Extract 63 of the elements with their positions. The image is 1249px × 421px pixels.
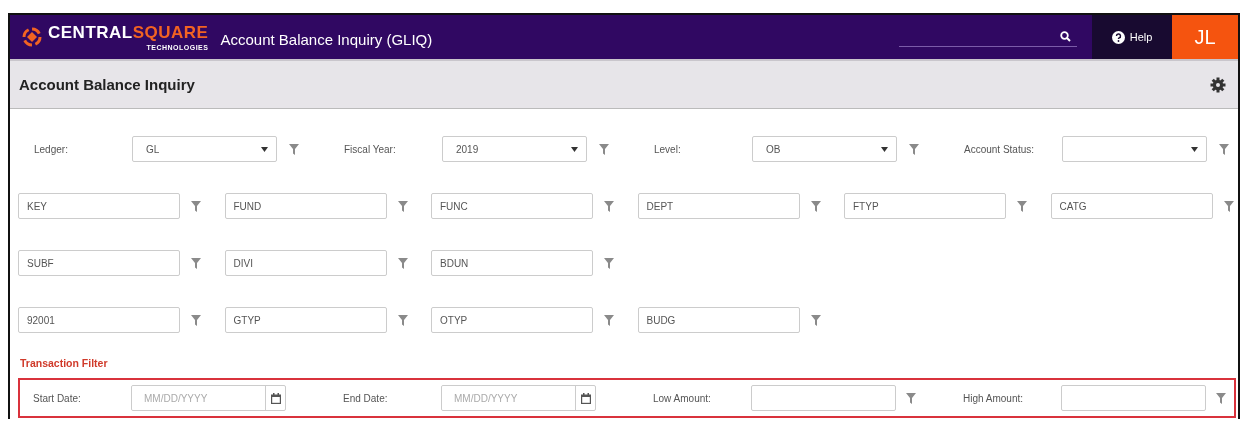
field-label: High Amount: [963,392,1025,404]
filter-icon[interactable] [289,143,299,155]
app-title: Account Balance Inquiry (GLIQ) [220,30,433,48]
dropdown-field[interactable] [1062,136,1207,162]
section-title: Transaction Filter [20,357,108,369]
caret-icon [261,146,268,152]
date-field[interactable]: MM/DD/YYYY [441,385,596,411]
filter-icon[interactable] [191,200,201,212]
input-field[interactable]: FTYP [844,193,1006,219]
input-field[interactable]: CATG [1050,193,1213,219]
calendar-icon[interactable] [580,392,591,404]
help-icon [1111,30,1125,44]
filter-icon[interactable] [810,314,821,326]
dropdown-field[interactable]: OB [752,136,897,162]
filter-icon[interactable] [191,314,201,326]
input-field[interactable] [751,385,896,411]
filter-icon[interactable] [397,257,408,269]
field-label: Account Status: [964,143,1036,155]
filter-icon[interactable] [810,200,821,212]
field-label: End Date: [343,392,389,404]
filter-icon[interactable] [191,257,201,269]
input-field[interactable] [1061,385,1206,411]
field-label: Fiscal Year: [344,143,397,155]
filter-icon[interactable] [1216,392,1226,404]
input-field[interactable]: BDUN [431,250,593,276]
input-field[interactable]: DEPT [637,193,800,219]
dropdown-field[interactable]: GL [132,136,277,162]
input-field[interactable]: FUNC [431,193,593,219]
help-button[interactable]: Help [1092,15,1172,59]
calendar-icon[interactable] [270,392,281,404]
date-field[interactable]: MM/DD/YYYY [131,385,286,411]
filter-icon[interactable] [1223,200,1234,212]
input-field[interactable]: GTYP [224,307,387,333]
input-field[interactable]: DIVI [224,250,387,276]
filter-icon[interactable] [604,200,614,212]
filter-icon[interactable] [397,314,408,326]
filter-icon[interactable] [604,257,614,269]
search-icon[interactable] [1060,31,1071,42]
filter-icon[interactable] [397,200,408,212]
input-field[interactable]: KEY [18,193,180,219]
field-label: Level: [654,143,682,155]
filter-icon[interactable] [1017,200,1027,212]
input-field[interactable]: OTYP [431,307,593,333]
caret-icon [881,146,888,152]
field-label: Start Date: [33,392,82,404]
filter-icon[interactable] [906,392,916,404]
filter-icon[interactable] [909,143,919,155]
filter-icon[interactable] [604,314,614,326]
filter-icon[interactable] [1219,143,1229,155]
field-label: Low Amount: [653,392,712,404]
input-field[interactable]: SUBF [18,250,180,276]
caret-icon [571,146,578,152]
input-field[interactable]: FUND [224,193,387,219]
input-field[interactable]: BUDG [637,307,800,333]
page-title: Account Balance Inquiry [19,76,195,93]
filter-icon[interactable] [599,143,609,155]
settings-icon[interactable] [1210,76,1226,93]
field-label: Ledger: [34,143,69,155]
logo-icon [22,27,42,47]
input-field[interactable]: 92001 [18,307,180,333]
brand-name: CENTRALSQUARE [48,23,209,41]
caret-icon [1191,146,1198,152]
dropdown-field[interactable]: 2019 [442,136,587,162]
